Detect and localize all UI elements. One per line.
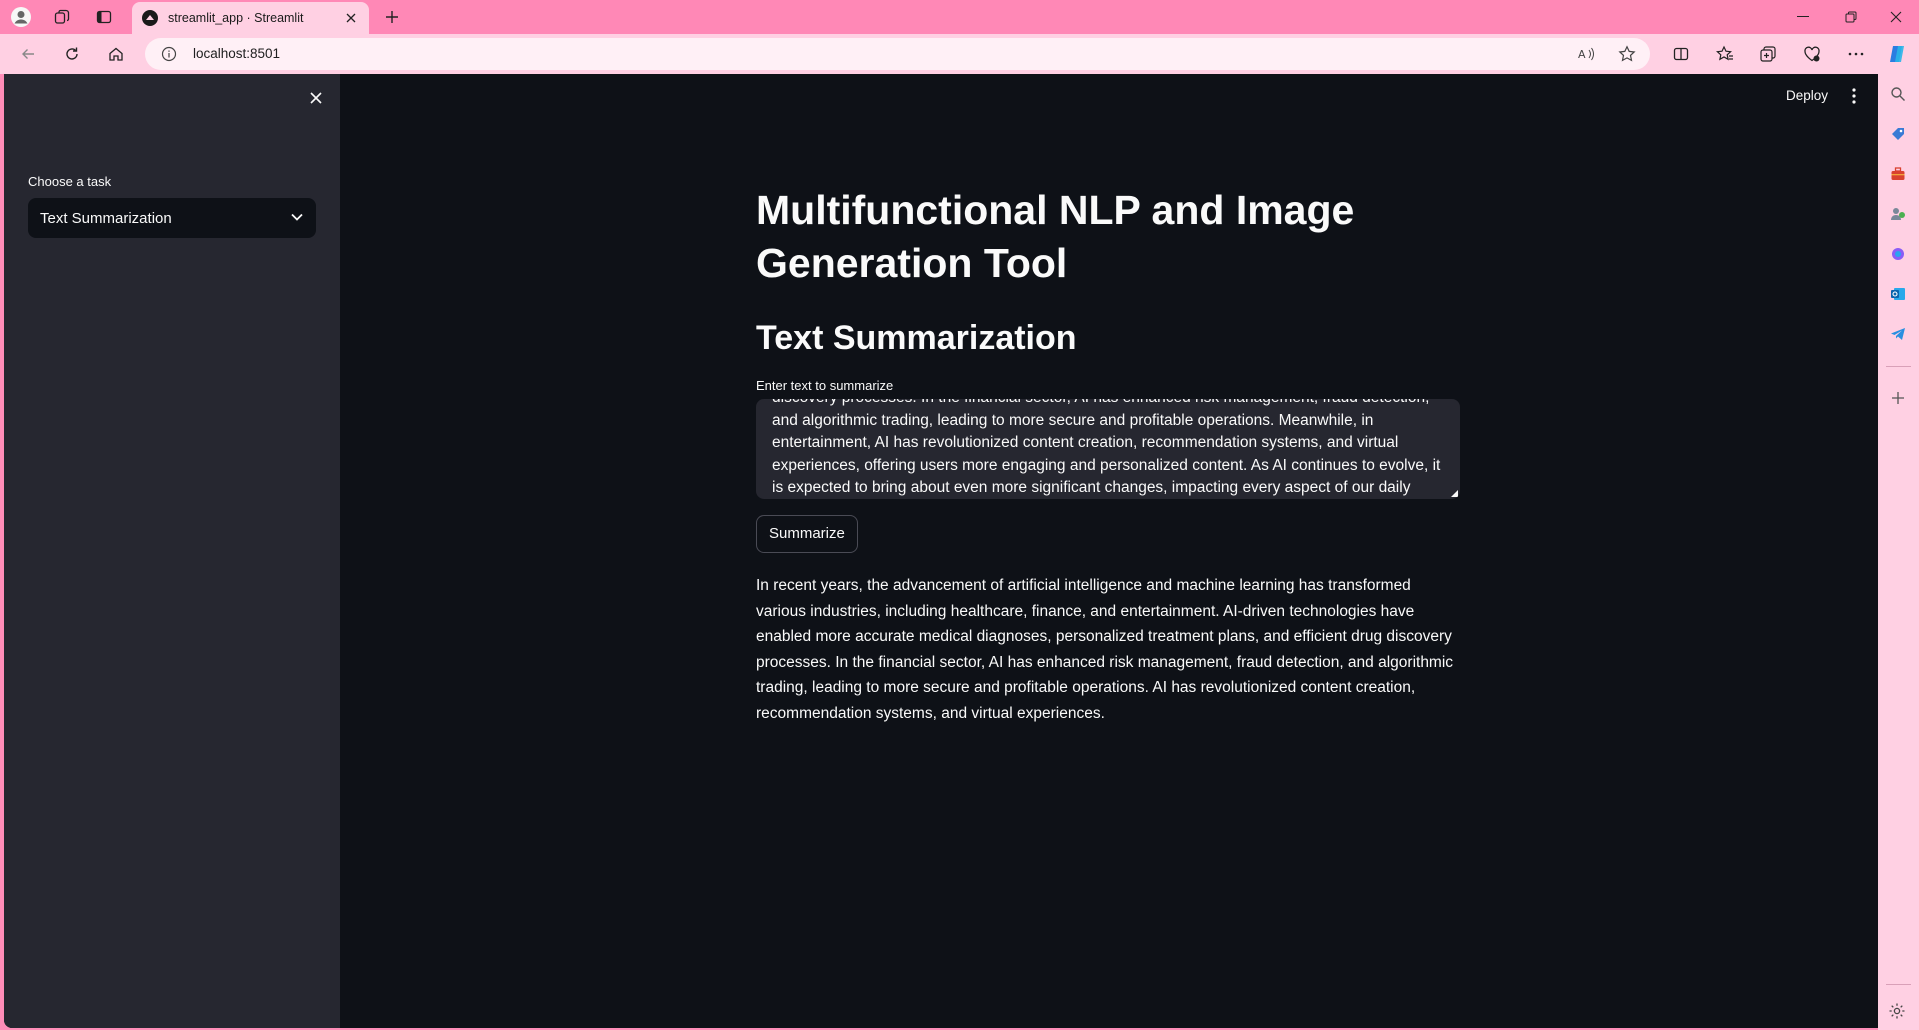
read-aloud-icon[interactable]: A bbox=[1575, 44, 1599, 64]
main-content: Multifunctional NLP and Image Generation… bbox=[756, 184, 1460, 727]
browser-essentials-icon[interactable] bbox=[1798, 42, 1826, 66]
outlook-icon[interactable] bbox=[1888, 284, 1908, 304]
m365-icon[interactable] bbox=[1888, 244, 1908, 264]
favorite-star-icon[interactable] bbox=[1615, 44, 1639, 64]
close-icon[interactable] bbox=[306, 88, 326, 108]
window-close-icon[interactable] bbox=[1873, 4, 1919, 30]
task-select-value: Text Summarization bbox=[40, 209, 172, 227]
streamlit-app: Choose a task Text Summarization Deploy … bbox=[4, 74, 1878, 1028]
refresh-icon[interactable] bbox=[58, 42, 86, 66]
task-select-label: Choose a task bbox=[28, 174, 112, 189]
shopping-icon[interactable] bbox=[1888, 124, 1908, 144]
edge-divider bbox=[1886, 366, 1911, 367]
collections-icon[interactable] bbox=[1754, 42, 1782, 66]
copilot-icon[interactable] bbox=[1883, 42, 1911, 66]
edge-divider bbox=[1886, 984, 1911, 985]
section-title: Text Summarization bbox=[756, 319, 1077, 357]
more-icon[interactable] bbox=[1842, 42, 1870, 66]
close-icon[interactable] bbox=[343, 10, 359, 26]
task-select[interactable]: Text Summarization bbox=[28, 198, 316, 238]
tools-icon[interactable] bbox=[1888, 164, 1908, 184]
profile-icon[interactable] bbox=[9, 6, 33, 28]
summarize-button[interactable]: Summarize bbox=[756, 515, 858, 553]
workspaces-icon[interactable] bbox=[50, 6, 74, 28]
browser-tab[interactable]: streamlit_app · Streamlit bbox=[132, 2, 369, 34]
deploy-button[interactable]: Deploy bbox=[1786, 88, 1828, 103]
restore-icon[interactable] bbox=[1828, 4, 1874, 30]
svg-text:A: A bbox=[1578, 48, 1586, 61]
split-screen-icon[interactable] bbox=[1667, 42, 1695, 66]
streamlit-favicon bbox=[142, 10, 158, 26]
summary-input[interactable]: discovery processes. In the financial se… bbox=[756, 399, 1460, 499]
summary-output: In recent years, the advancement of arti… bbox=[756, 577, 1454, 722]
info-icon[interactable] bbox=[161, 46, 177, 62]
new-tab-icon[interactable] bbox=[380, 6, 404, 28]
url-text: localhost:8501 bbox=[193, 46, 281, 61]
edge-sidebar bbox=[1878, 74, 1919, 1030]
tab-title: streamlit_app · Streamlit bbox=[168, 11, 304, 25]
search-icon[interactable] bbox=[1888, 84, 1908, 104]
textarea-label: Enter text to summarize bbox=[756, 378, 894, 393]
telegram-icon[interactable] bbox=[1888, 324, 1908, 344]
minimize-icon[interactable] bbox=[1780, 4, 1826, 30]
page-title: Multifunctional NLP and Image Generation… bbox=[756, 187, 1355, 286]
favorites-icon[interactable] bbox=[1711, 42, 1739, 66]
browser-toolbar: localhost:8501 A bbox=[0, 34, 1919, 74]
chevron-down-icon bbox=[290, 209, 304, 227]
kebab-menu-icon[interactable] bbox=[1846, 85, 1862, 107]
address-bar[interactable]: localhost:8501 A bbox=[145, 38, 1650, 70]
home-icon[interactable] bbox=[102, 42, 130, 66]
tab-actions-icon[interactable] bbox=[92, 6, 116, 28]
app-sidebar: Choose a task Text Summarization bbox=[4, 74, 340, 1028]
add-icon[interactable] bbox=[1888, 388, 1908, 408]
games-icon[interactable] bbox=[1888, 204, 1908, 224]
summary-input-value: discovery processes. In the financial se… bbox=[772, 399, 1441, 497]
settings-icon[interactable] bbox=[1886, 1000, 1908, 1022]
back-icon[interactable] bbox=[14, 42, 42, 66]
browser-tab-strip: streamlit_app · Streamlit bbox=[0, 0, 1919, 34]
resize-handle-icon[interactable] bbox=[1451, 490, 1458, 497]
